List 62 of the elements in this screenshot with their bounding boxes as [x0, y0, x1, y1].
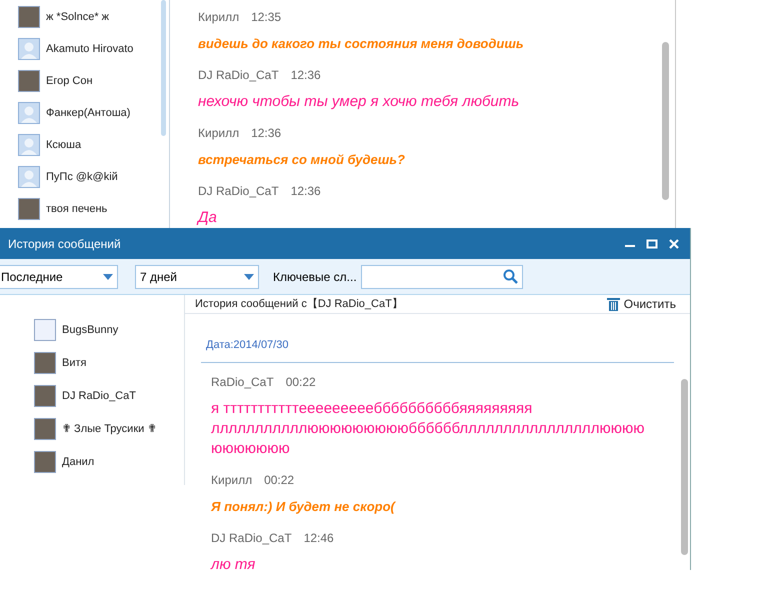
message-time: 12:35 — [251, 9, 282, 26]
window-title: История сообщений — [7, 236, 122, 252]
message-time: 00:22 — [286, 374, 316, 391]
caret-icon — [103, 274, 113, 280]
message-sender: Кирилл — [211, 472, 252, 489]
scrollbar-thumb[interactable] — [662, 42, 669, 200]
scrollbar-thumb[interactable] — [161, 0, 166, 136]
scrollbar-thumb[interactable] — [681, 379, 688, 555]
filter-dropdown[interactable]: Последние — [0, 264, 118, 288]
photo-placeholder — [18, 198, 40, 220]
default-avatar-icon — [18, 166, 40, 188]
contact-name[interactable]: Фанкер(Антоша) — [46, 104, 130, 122]
close-icon[interactable] — [668, 238, 680, 250]
avatar-placeholder — [34, 319, 56, 341]
message-time: 12:46 — [304, 530, 334, 547]
default-avatar-icon — [18, 38, 40, 60]
photo-placeholder — [34, 451, 56, 473]
default-avatar-icon — [18, 134, 40, 156]
message-text: Я понял:) И будет не скоро( — [211, 498, 397, 516]
contact-name[interactable]: ✟ Злые Трусики ✟ — [62, 420, 156, 438]
message-text: я тттттттттттеееееееееббббббббббяяяяяяяяя лллллллллллюююююююююббббббллллллллллллллллюююю ююююююю — [211, 399, 646, 459]
photo-placeholder — [34, 385, 56, 407]
message-sender: RaDio_CaT — [211, 374, 274, 391]
photo-placeholder — [34, 418, 56, 440]
message-sender: DJ RaDio_CaT — [198, 67, 279, 84]
contact-name[interactable]: Ксюша — [46, 136, 82, 154]
message-sender: DJ RaDio_CaT — [198, 183, 279, 200]
contact-name[interactable]: Akamuto Hirovato — [46, 40, 134, 58]
message-time: 12:36 — [290, 67, 321, 84]
contact-name[interactable]: BugsBunny — [62, 322, 118, 338]
default-avatar-icon — [18, 102, 40, 124]
message-text: нехочю чтобы ты умер я хочю тебя любить — [198, 92, 520, 112]
message-time: 12:36 — [290, 183, 321, 200]
message-text: видешь до какого ты состояния меня доводишь — [198, 35, 525, 53]
history-header: История сообщений с【DJ RaDio_CaT】 — [195, 296, 403, 312]
message-sender: DJ RaDio_CaT — [211, 530, 292, 547]
period-dropdown[interactable]: 7 дней — [135, 264, 259, 288]
message-time: 00:22 — [264, 472, 294, 489]
photo-placeholder — [34, 352, 56, 374]
contact-name[interactable]: Витя — [62, 354, 86, 372]
contact-name[interactable]: ПуПс @k@kiй — [46, 168, 118, 186]
message-text: встречаться со мной будешь? — [198, 151, 406, 169]
keywords-label: Ключевые сл... — [273, 268, 357, 286]
message-text: Да — [198, 208, 218, 228]
photo-placeholder — [18, 6, 40, 28]
contact-name[interactable]: Егор Сон — [46, 72, 93, 90]
date-label: Дата:2014/07/30 — [206, 339, 288, 351]
message-time: 12:36 — [251, 125, 282, 142]
maximize-icon[interactable] — [646, 238, 658, 250]
message-text: лю тя — [211, 555, 256, 575]
caret-icon — [244, 274, 254, 280]
keywords-field[interactable] — [360, 264, 523, 288]
message-sender: Кирилл — [198, 125, 240, 142]
search-icon[interactable] — [502, 269, 518, 284]
contact-name[interactable]: Данил — [62, 454, 94, 470]
message-sender: Кирилл — [198, 9, 240, 26]
clear-button[interactable]: Очистить — [606, 295, 676, 313]
trash-icon — [606, 297, 620, 311]
contact-name[interactable]: ж *Solnce* ж — [46, 8, 110, 26]
contact-name[interactable]: твоя печень — [46, 200, 108, 218]
photo-placeholder — [18, 70, 40, 92]
contact-name[interactable]: DJ RaDio_CaT — [62, 388, 136, 404]
